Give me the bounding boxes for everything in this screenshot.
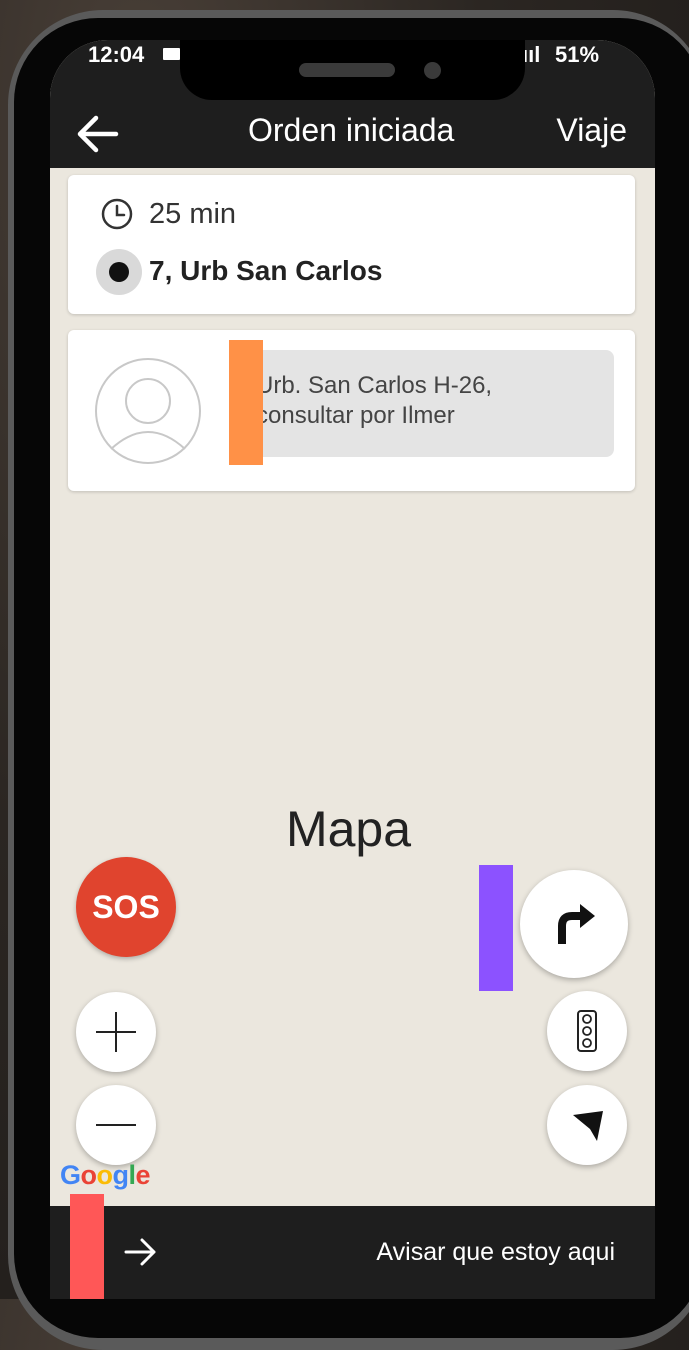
eta-text: 25 min bbox=[149, 198, 237, 230]
clock-icon bbox=[101, 198, 133, 230]
google-letter: o bbox=[96, 1160, 114, 1190]
user-avatar-icon bbox=[95, 358, 201, 464]
traffic-button[interactable] bbox=[547, 991, 627, 1071]
page-title: Orden iniciada bbox=[248, 112, 455, 148]
google-letter: G bbox=[60, 1160, 81, 1190]
navigation-arrow-icon bbox=[573, 1111, 603, 1141]
navigation-button[interactable] bbox=[520, 870, 628, 978]
arrow-right-icon bbox=[124, 1238, 156, 1266]
google-letter: g bbox=[112, 1160, 130, 1190]
minus-icon bbox=[96, 1124, 136, 1126]
trip-info-card: 25 min 7, Urb San Carlos bbox=[68, 175, 635, 314]
notify-arrival-button[interactable]: Avisar que estoy aqui bbox=[376, 1234, 615, 1270]
purple-highlight-marker bbox=[479, 865, 513, 991]
status-time: 12:04 bbox=[88, 42, 145, 67]
zoom-out-button[interactable] bbox=[76, 1085, 156, 1165]
red-highlight-marker bbox=[70, 1194, 104, 1299]
passenger-note: Urb. San Carlos H-26, consultar por Ilme… bbox=[256, 372, 493, 429]
arrival-bar[interactable]: Avisar que estoy aqui bbox=[50, 1194, 655, 1299]
map-placeholder-label: Mapa bbox=[285, 801, 412, 857]
back-button[interactable] bbox=[72, 108, 124, 160]
image-notification-icon bbox=[163, 48, 180, 60]
trip-button[interactable]: Viaje bbox=[556, 106, 627, 154]
traffic-light-icon bbox=[577, 1010, 597, 1052]
zoom-in-button[interactable] bbox=[76, 992, 156, 1072]
sos-button[interactable]: SOS bbox=[76, 857, 176, 957]
camera-notch bbox=[180, 40, 525, 100]
speaker-grille bbox=[299, 63, 395, 77]
app-header: Orden iniciada Viaje bbox=[50, 100, 655, 168]
orange-highlight-marker bbox=[229, 340, 263, 465]
google-attribution: Google bbox=[60, 1160, 151, 1191]
battery-level: 51% bbox=[555, 42, 600, 67]
passenger-note-card: Urb. San Carlos H-26, consultar por Ilme… bbox=[68, 330, 635, 491]
google-letter: e bbox=[135, 1160, 151, 1190]
turn-right-icon bbox=[558, 904, 595, 944]
google-letter: o bbox=[80, 1160, 98, 1190]
phone-screen: 12:04 ııl 51% Orden iniciada Viaje 25 mi… bbox=[50, 40, 655, 1299]
front-camera bbox=[424, 62, 441, 79]
arrow-left-icon bbox=[77, 115, 119, 153]
google-letter: l bbox=[128, 1160, 137, 1190]
my-location-button[interactable] bbox=[547, 1085, 627, 1165]
destination-marker-icon bbox=[96, 249, 142, 295]
plus-icon bbox=[96, 1012, 136, 1052]
destination-address: 7, Urb San Carlos bbox=[149, 255, 383, 286]
